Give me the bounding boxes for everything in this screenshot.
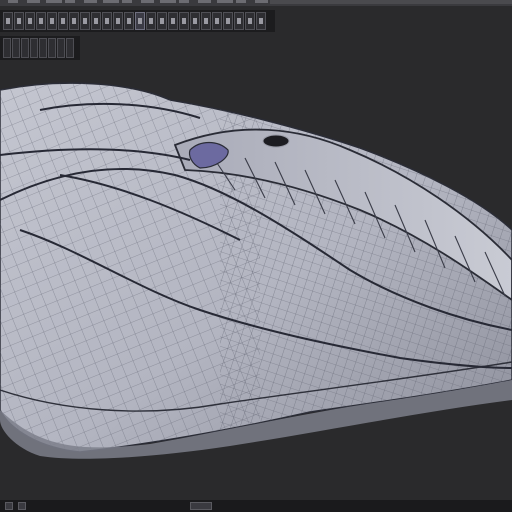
render-tool-button[interactable] (223, 12, 233, 30)
sensor-port[interactable] (262, 134, 290, 148)
ortho-view-button[interactable] (48, 38, 56, 58)
render-icon (226, 18, 230, 24)
shading-wire-tool-button[interactable] (201, 12, 211, 30)
edge-tool-button[interactable] (113, 12, 123, 30)
bevel-tool-button[interactable] (80, 12, 90, 30)
frame-view-button[interactable] (66, 38, 74, 58)
inset-tool-button[interactable] (91, 12, 101, 30)
knife-tool-button[interactable] (69, 12, 79, 30)
menu-item-5[interactable] (84, 0, 97, 3)
view-view-button[interactable] (3, 38, 11, 58)
loop-cut-tool-button[interactable] (58, 12, 68, 30)
smooth-tool-button[interactable] (146, 12, 156, 30)
scene-button[interactable] (5, 502, 13, 510)
edge-icon (116, 18, 120, 24)
menu-item-8[interactable] (141, 0, 154, 3)
menu-item-3[interactable] (46, 0, 62, 3)
knife-icon (72, 18, 76, 24)
menu-item-2[interactable] (27, 0, 40, 3)
layer-view-button[interactable] (12, 38, 20, 58)
mirror-icon (160, 18, 164, 24)
menu-item-4[interactable] (65, 0, 75, 3)
extrude-tool-button[interactable] (47, 12, 57, 30)
pivot-tool-button[interactable] (179, 12, 189, 30)
menu-item-1[interactable] (8, 0, 18, 3)
extrude-icon (50, 18, 54, 24)
persp-view-button[interactable] (57, 38, 65, 58)
inset-icon (94, 18, 98, 24)
menu-item-12[interactable] (217, 0, 233, 3)
hull-mesh[interactable] (0, 60, 512, 500)
modifier-view-button[interactable] (30, 38, 38, 58)
rotate-icon (28, 18, 32, 24)
menu-item-10[interactable] (179, 0, 189, 3)
snap-tool-button[interactable] (168, 12, 178, 30)
vertex-icon (105, 18, 109, 24)
object-tool-button[interactable] (135, 12, 145, 30)
smooth-icon (149, 18, 153, 24)
move-icon (17, 18, 21, 24)
proportional-tool-button[interactable] (190, 12, 200, 30)
camera-icon (237, 18, 241, 24)
3d-viewport[interactable] (0, 60, 512, 500)
vertex-tool-button[interactable] (102, 12, 112, 30)
status-bar (0, 500, 512, 512)
menu-item-11[interactable] (198, 0, 211, 3)
menu-item-7[interactable] (122, 0, 132, 3)
loop-cut-icon (61, 18, 65, 24)
snap-icon (171, 18, 175, 24)
material-view-button[interactable] (39, 38, 47, 58)
grid-icon (259, 18, 263, 24)
rotate-tool-button[interactable] (25, 12, 35, 30)
menu-item-9[interactable] (160, 0, 176, 3)
scale-icon (39, 18, 43, 24)
outliner-view-button[interactable] (21, 38, 29, 58)
menu-item-13[interactable] (236, 0, 246, 3)
select-icon (6, 18, 10, 24)
scale-tool-button[interactable] (36, 12, 46, 30)
mirror-tool-button[interactable] (157, 12, 167, 30)
light-tool-button[interactable] (245, 12, 255, 30)
header-strip (270, 0, 512, 4)
select-tool-button[interactable] (3, 12, 13, 30)
menu-item-14[interactable] (255, 0, 268, 3)
timeline-button[interactable] (190, 502, 212, 510)
camera-tool-button[interactable] (234, 12, 244, 30)
face-icon (127, 18, 131, 24)
pivot-icon (182, 18, 186, 24)
proportional-icon (193, 18, 197, 24)
grid-tool-button[interactable] (256, 12, 266, 30)
shading-wire-icon (204, 18, 208, 24)
light-icon (248, 18, 252, 24)
shading-solid-tool-button[interactable] (212, 12, 222, 30)
bevel-icon (83, 18, 87, 24)
shading-solid-icon (215, 18, 219, 24)
move-tool-button[interactable] (14, 12, 24, 30)
layer-toggle-button[interactable] (18, 502, 26, 510)
menu-item-6[interactable] (103, 0, 119, 3)
object-icon (138, 18, 142, 24)
face-tool-button[interactable] (124, 12, 134, 30)
